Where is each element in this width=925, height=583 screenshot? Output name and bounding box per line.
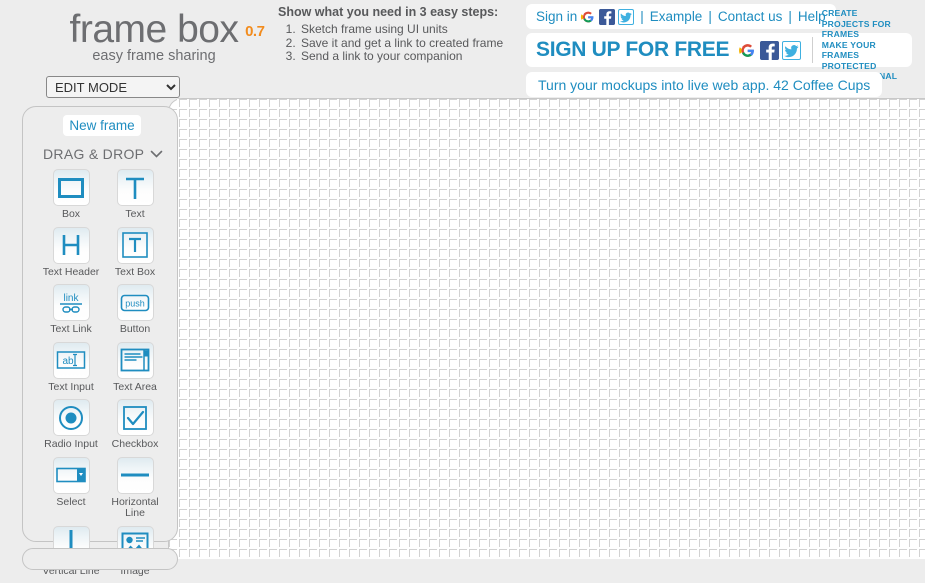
steps-list: Sketch frame using UI units Save it and … xyxy=(278,22,518,64)
radio-input-icon xyxy=(52,399,90,436)
palette-item-text-header[interactable]: Text Header xyxy=(39,226,103,279)
twitter-icon[interactable] xyxy=(618,8,635,25)
palette-item-label: Box xyxy=(61,208,81,220)
app-title-text: frame box xyxy=(69,8,239,51)
text-box-icon xyxy=(116,226,154,264)
facebook-icon[interactable] xyxy=(760,40,780,60)
example-link[interactable]: Example xyxy=(650,9,703,24)
sign-in-link[interactable]: Sign in xyxy=(536,9,577,24)
chevron-down-icon[interactable] xyxy=(150,147,163,162)
palette-item-text-link[interactable]: link Text Link xyxy=(39,284,103,336)
svg-text:push: push xyxy=(125,298,145,308)
sidebar-bottom-panel xyxy=(22,548,178,570)
canvas-grid-overlay xyxy=(169,99,925,559)
svg-text:link: link xyxy=(63,293,79,304)
new-frame-button[interactable]: New frame xyxy=(63,115,141,136)
drag-drop-label: DRAG & DROP xyxy=(43,146,145,162)
palette-item-checkbox[interactable]: Checkbox xyxy=(103,399,167,451)
frame-canvas[interactable] xyxy=(168,98,925,559)
promo-line: CREATE PROJECTS FOR FRAMES xyxy=(821,8,891,39)
text-input-icon: ab xyxy=(52,341,90,379)
palette-item-label: Checkbox xyxy=(111,438,159,450)
step-item: Sketch frame using UI units xyxy=(299,22,518,37)
palette-item-horizontal-line[interactable]: Horizontal Line xyxy=(103,456,167,520)
step-item: Send a link to your companion xyxy=(299,49,518,64)
palette-item-text-box[interactable]: Text Box xyxy=(103,226,167,279)
palette-item-label: Horizontal Line xyxy=(111,495,159,519)
drag-drop-section-header[interactable]: DRAG & DROP xyxy=(43,144,163,164)
text-icon xyxy=(116,169,154,206)
twitter-icon[interactable] xyxy=(782,40,802,60)
text-header-icon xyxy=(52,226,90,264)
promo-line: MAKE YOUR FRAMES PROTECTED xyxy=(821,39,877,71)
contact-us-link[interactable]: Contact us xyxy=(718,9,783,24)
checkbox-icon xyxy=(116,399,154,436)
signin-separator-3: | xyxy=(788,9,792,24)
edit-mode-select[interactable]: EDIT MODE xyxy=(46,76,180,98)
mockup-promo-link[interactable]: Turn your mockups into live web app. 42 … xyxy=(538,77,870,93)
palette-item-label: Text Header xyxy=(42,265,100,278)
palette-item-button[interactable]: push Button xyxy=(103,284,167,336)
signup-panel[interactable]: SIGN UP FOR FREE CREATE PROJECTS FOR FRA… xyxy=(526,8,912,92)
mockup-promo-bar: Turn your mockups into live web app. 42 … xyxy=(526,72,883,97)
palette-item-text-area[interactable]: Text Area xyxy=(103,341,167,394)
signup-headline[interactable]: SIGN UP FOR FREE xyxy=(536,38,729,62)
mode-select-wrapper: EDIT MODE xyxy=(46,76,180,98)
google-icon[interactable] xyxy=(738,40,758,60)
signin-separator-1: | xyxy=(640,9,644,24)
palette-item-label: Text Area xyxy=(113,380,157,393)
text-area-icon xyxy=(116,341,154,379)
palette-item-label: Text Input xyxy=(48,380,94,393)
svg-text:ab: ab xyxy=(62,356,74,367)
palette-item-text-input[interactable]: ab Text Input xyxy=(39,341,103,394)
select-icon xyxy=(52,456,90,494)
steps-block: Show what you need in 3 easy steps: Sket… xyxy=(278,5,518,64)
palette-item-label: Text Box xyxy=(114,265,156,278)
logo-block: frame box 0.7 easy frame sharing xyxy=(44,8,265,64)
widget-palette: Box Text Text Header Text Box link Text … xyxy=(39,169,167,583)
steps-title: Show what you need in 3 easy steps: xyxy=(278,5,499,19)
box-icon xyxy=(52,169,90,206)
palette-item-label: Select xyxy=(56,495,86,508)
palette-item-label: Button xyxy=(119,323,151,335)
signup-divider xyxy=(812,37,813,63)
step-item: Save it and get a link to created frame xyxy=(299,36,518,51)
palette-item-select[interactable]: Select xyxy=(39,456,103,520)
palette-item-radio-input[interactable]: Radio Input xyxy=(39,399,103,451)
text-link-icon: link xyxy=(52,284,90,321)
button-icon: push xyxy=(116,284,154,321)
app-title: frame box 0.7 xyxy=(69,8,265,52)
signin-bar: Sign in | Example | Contact us | Help xyxy=(526,4,836,29)
palette-item-box[interactable]: Box xyxy=(39,169,103,221)
horizontal-line-icon xyxy=(116,456,154,494)
signup-social-icons xyxy=(735,40,802,60)
palette-item-text[interactable]: Text xyxy=(103,169,167,221)
palette-item-label: Text xyxy=(125,208,145,220)
widget-sidebar: New frame DRAG & DROP Box Text Text Head… xyxy=(22,106,178,576)
signin-separator-2: | xyxy=(708,9,712,24)
page-header: frame box 0.7 easy frame sharing EDIT MOD… xyxy=(0,0,925,100)
google-icon[interactable] xyxy=(580,8,597,25)
palette-item-label: Radio Input xyxy=(44,438,98,450)
palette-item-label: Text Link xyxy=(50,323,92,335)
app-version: 0.7 xyxy=(245,23,265,40)
facebook-icon[interactable] xyxy=(599,8,616,25)
